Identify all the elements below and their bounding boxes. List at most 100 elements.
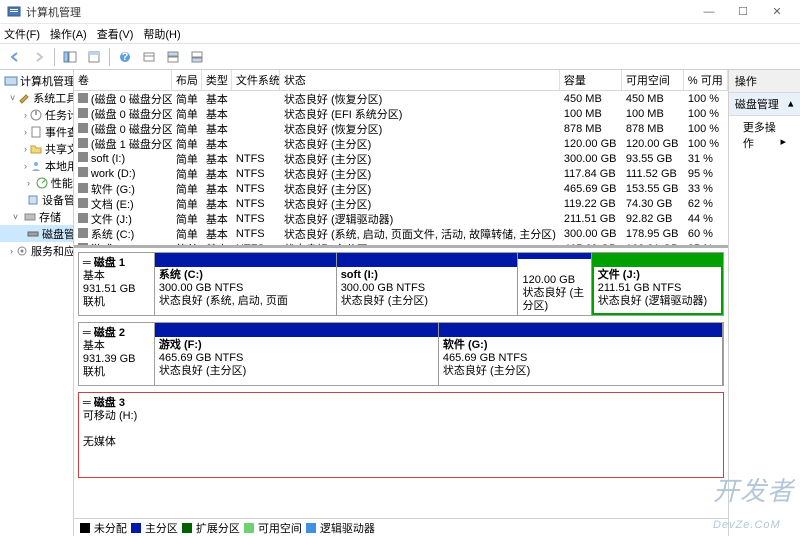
help-button[interactable]: ? <box>114 46 136 68</box>
main-pane: 卷 布局 类型 文件系统 状态 容量 可用空间 % 可用 (磁盘 0 磁盘分区 … <box>74 70 729 536</box>
view-bottom-button[interactable] <box>186 46 208 68</box>
disk-row-3[interactable]: ═ 磁盘 3 可移动 (H:) 无媒体 <box>78 392 724 478</box>
partition-i[interactable]: soft (I:) 300.00 GB NTFS 状态良好 (主分区) <box>337 253 519 315</box>
close-button[interactable]: ✕ <box>760 1 794 23</box>
volume-row[interactable]: 软件 (G:)简单基本NTFS状态良好 (主分区)465.69 GB153.55… <box>74 181 728 196</box>
actions-section-diskmgmt[interactable]: 磁盘管理 ▾ <box>729 93 800 116</box>
menu-file[interactable]: 文件(F) <box>4 26 40 42</box>
volume-row[interactable]: soft (I:)简单基本NTFS状态良好 (主分区)300.00 GB93.5… <box>74 151 728 166</box>
expand-icon[interactable]: › <box>24 161 27 171</box>
col-filesystem[interactable]: 文件系统 <box>232 70 280 90</box>
expand-icon[interactable]: › <box>24 178 33 188</box>
minimize-button[interactable]: — <box>692 1 726 23</box>
forward-button[interactable] <box>28 46 50 68</box>
volume-list[interactable]: 卷 布局 类型 文件系统 状态 容量 可用空间 % 可用 (磁盘 0 磁盘分区 … <box>74 70 728 248</box>
disk-icon <box>26 227 40 241</box>
menu-view[interactable]: 查看(V) <box>97 26 134 42</box>
collapse-icon[interactable]: ˅ <box>10 212 21 222</box>
tree-local-users[interactable]: › 本地用户和组 <box>0 157 73 174</box>
device-icon <box>26 193 40 207</box>
partition-header <box>337 253 518 267</box>
tree-disk-management[interactable]: 磁盘管理 <box>0 225 73 242</box>
tree-root[interactable]: 计算机管理(本地) <box>0 72 73 89</box>
back-button[interactable] <box>4 46 26 68</box>
disk-3-empty <box>155 393 723 477</box>
disk-3-info[interactable]: ═ 磁盘 3 可移动 (H:) 无媒体 <box>79 393 155 477</box>
view-top-button[interactable] <box>162 46 184 68</box>
tree-event-viewer[interactable]: › 事件查看器 <box>0 123 73 140</box>
expand-icon[interactable]: › <box>24 110 27 120</box>
tree-storage[interactable]: ˅ 存储 <box>0 208 73 225</box>
actions-header: 操作 <box>729 70 800 93</box>
disk-map[interactable]: ═ 磁盘 1 基本 931.51 GB 联机 系统 (C:) 300.00 GB… <box>74 248 728 518</box>
performance-icon <box>35 176 49 190</box>
col-volume[interactable]: 卷 <box>74 70 172 90</box>
partition-header <box>155 323 438 337</box>
toolbar-separator <box>54 48 55 66</box>
partition-unnamed[interactable]: 120.00 GB 状态良好 (主分区) <box>518 253 591 315</box>
legend-logical-label: 逻辑驱动器 <box>320 520 375 536</box>
menu-help[interactable]: 帮助(H) <box>143 26 180 42</box>
volume-row[interactable]: 文件 (J:)简单基本NTFS状态良好 (逻辑驱动器)211.51 GB92.8… <box>74 211 728 226</box>
legend-extended-swatch <box>182 523 192 533</box>
tree-task-scheduler[interactable]: › 任务计划程序 <box>0 106 73 123</box>
refresh-button[interactable] <box>138 46 160 68</box>
show-hide-tree-button[interactable] <box>59 46 81 68</box>
col-type[interactable]: 类型 <box>202 70 232 90</box>
disk-row-2[interactable]: ═ 磁盘 2 基本 931.39 GB 联机 游戏 (F:) 465.69 GB… <box>78 322 724 386</box>
disk-2-info[interactable]: ═ 磁盘 2 基本 931.39 GB 联机 <box>79 323 155 385</box>
expand-icon[interactable]: › <box>24 127 27 137</box>
toolbar-separator <box>109 48 110 66</box>
volume-row[interactable]: work (D:)简单基本NTFS状态良好 (主分区)117.84 GB111.… <box>74 166 728 181</box>
volume-row[interactable]: 系统 (C:)简单基本NTFS状态良好 (系统, 启动, 页面文件, 活动, 故… <box>74 226 728 241</box>
legend-free-swatch <box>244 523 254 533</box>
volume-row[interactable]: (磁盘 1 磁盘分区 3)简单基本状态良好 (主分区)120.00 GB120.… <box>74 136 728 151</box>
col-layout[interactable]: 布局 <box>172 70 202 90</box>
volume-row[interactable]: (磁盘 0 磁盘分区 1)简单基本状态良好 (恢复分区)450 MB450 MB… <box>74 91 728 106</box>
partition-header <box>594 255 721 267</box>
tree-services[interactable]: › 服务和应用程序 <box>0 242 73 259</box>
col-percent[interactable]: % 可用 <box>684 70 728 90</box>
legend-logical-swatch <box>306 523 316 533</box>
app-icon <box>6 4 22 20</box>
expand-icon[interactable]: › <box>24 144 27 154</box>
col-capacity[interactable]: 容量 <box>560 70 622 90</box>
actions-pane: 操作 磁盘管理 ▾ 更多操作 ▸ <box>729 70 800 536</box>
storage-icon <box>23 210 37 224</box>
window-title: 计算机管理 <box>26 4 692 20</box>
tools-icon <box>17 91 31 105</box>
folder-icon <box>29 142 43 156</box>
volume-row[interactable]: (磁盘 0 磁盘分区 5)简单基本状态良好 (恢复分区)878 MB878 MB… <box>74 121 728 136</box>
legend-unallocated-label: 未分配 <box>94 520 127 536</box>
partition-g[interactable]: 软件 (G:) 465.69 GB NTFS 状态良好 (主分区) <box>439 323 723 385</box>
volume-list-header[interactable]: 卷 布局 类型 文件系统 状态 容量 可用空间 % 可用 <box>74 70 728 91</box>
tree-device-manager[interactable]: 设备管理器 <box>0 191 73 208</box>
volume-row[interactable]: 游戏 (F:)简单基本NTFS状态良好 (主分区)465.69 GB162.31… <box>74 241 728 248</box>
chevron-up-icon[interactable]: ▾ <box>788 98 794 111</box>
partition-f[interactable]: 游戏 (F:) 465.69 GB NTFS 状态良好 (主分区) <box>155 323 439 385</box>
collapse-icon[interactable]: ˅ <box>10 93 15 103</box>
partition-j-selected[interactable]: 文件 (J:) 211.51 GB NTFS 状态良好 (逻辑驱动器) <box>592 253 723 315</box>
col-status[interactable]: 状态 <box>280 70 560 90</box>
window-titlebar: 计算机管理 — ☐ ✕ <box>0 0 800 24</box>
tree-performance[interactable]: › 性能 <box>0 174 73 191</box>
partition-header <box>439 323 722 337</box>
volume-row[interactable]: 文档 (E:)简单基本NTFS状态良好 (主分区)119.22 GB74.30 … <box>74 196 728 211</box>
expand-icon[interactable]: › <box>10 246 13 256</box>
disk-row-1[interactable]: ═ 磁盘 1 基本 931.51 GB 联机 系统 (C:) 300.00 GB… <box>78 252 724 316</box>
legend-unallocated-swatch <box>80 523 90 533</box>
users-icon <box>29 159 43 173</box>
partition-header <box>155 253 336 267</box>
tree-shared-folders[interactable]: › 共享文件夹 <box>0 140 73 157</box>
disk-1-info[interactable]: ═ 磁盘 1 基本 931.51 GB 联机 <box>79 253 155 315</box>
maximize-button[interactable]: ☐ <box>726 1 760 23</box>
menu-action[interactable]: 操作(A) <box>50 26 87 42</box>
partition-c[interactable]: 系统 (C:) 300.00 GB NTFS 状态良好 (系统, 启动, 页面 <box>155 253 337 315</box>
tree-system-tools[interactable]: ˅ 系统工具 <box>0 89 73 106</box>
actions-more[interactable]: 更多操作 ▸ <box>729 116 800 154</box>
col-free[interactable]: 可用空间 <box>622 70 684 90</box>
legend-primary-swatch <box>131 523 141 533</box>
properties-button[interactable] <box>83 46 105 68</box>
volume-row[interactable]: (磁盘 0 磁盘分区 2)简单基本状态良好 (EFI 系统分区)100 MB10… <box>74 106 728 121</box>
navigation-tree[interactable]: 计算机管理(本地) ˅ 系统工具 › 任务计划程序 › 事件查看器 › 共享文件… <box>0 70 74 536</box>
